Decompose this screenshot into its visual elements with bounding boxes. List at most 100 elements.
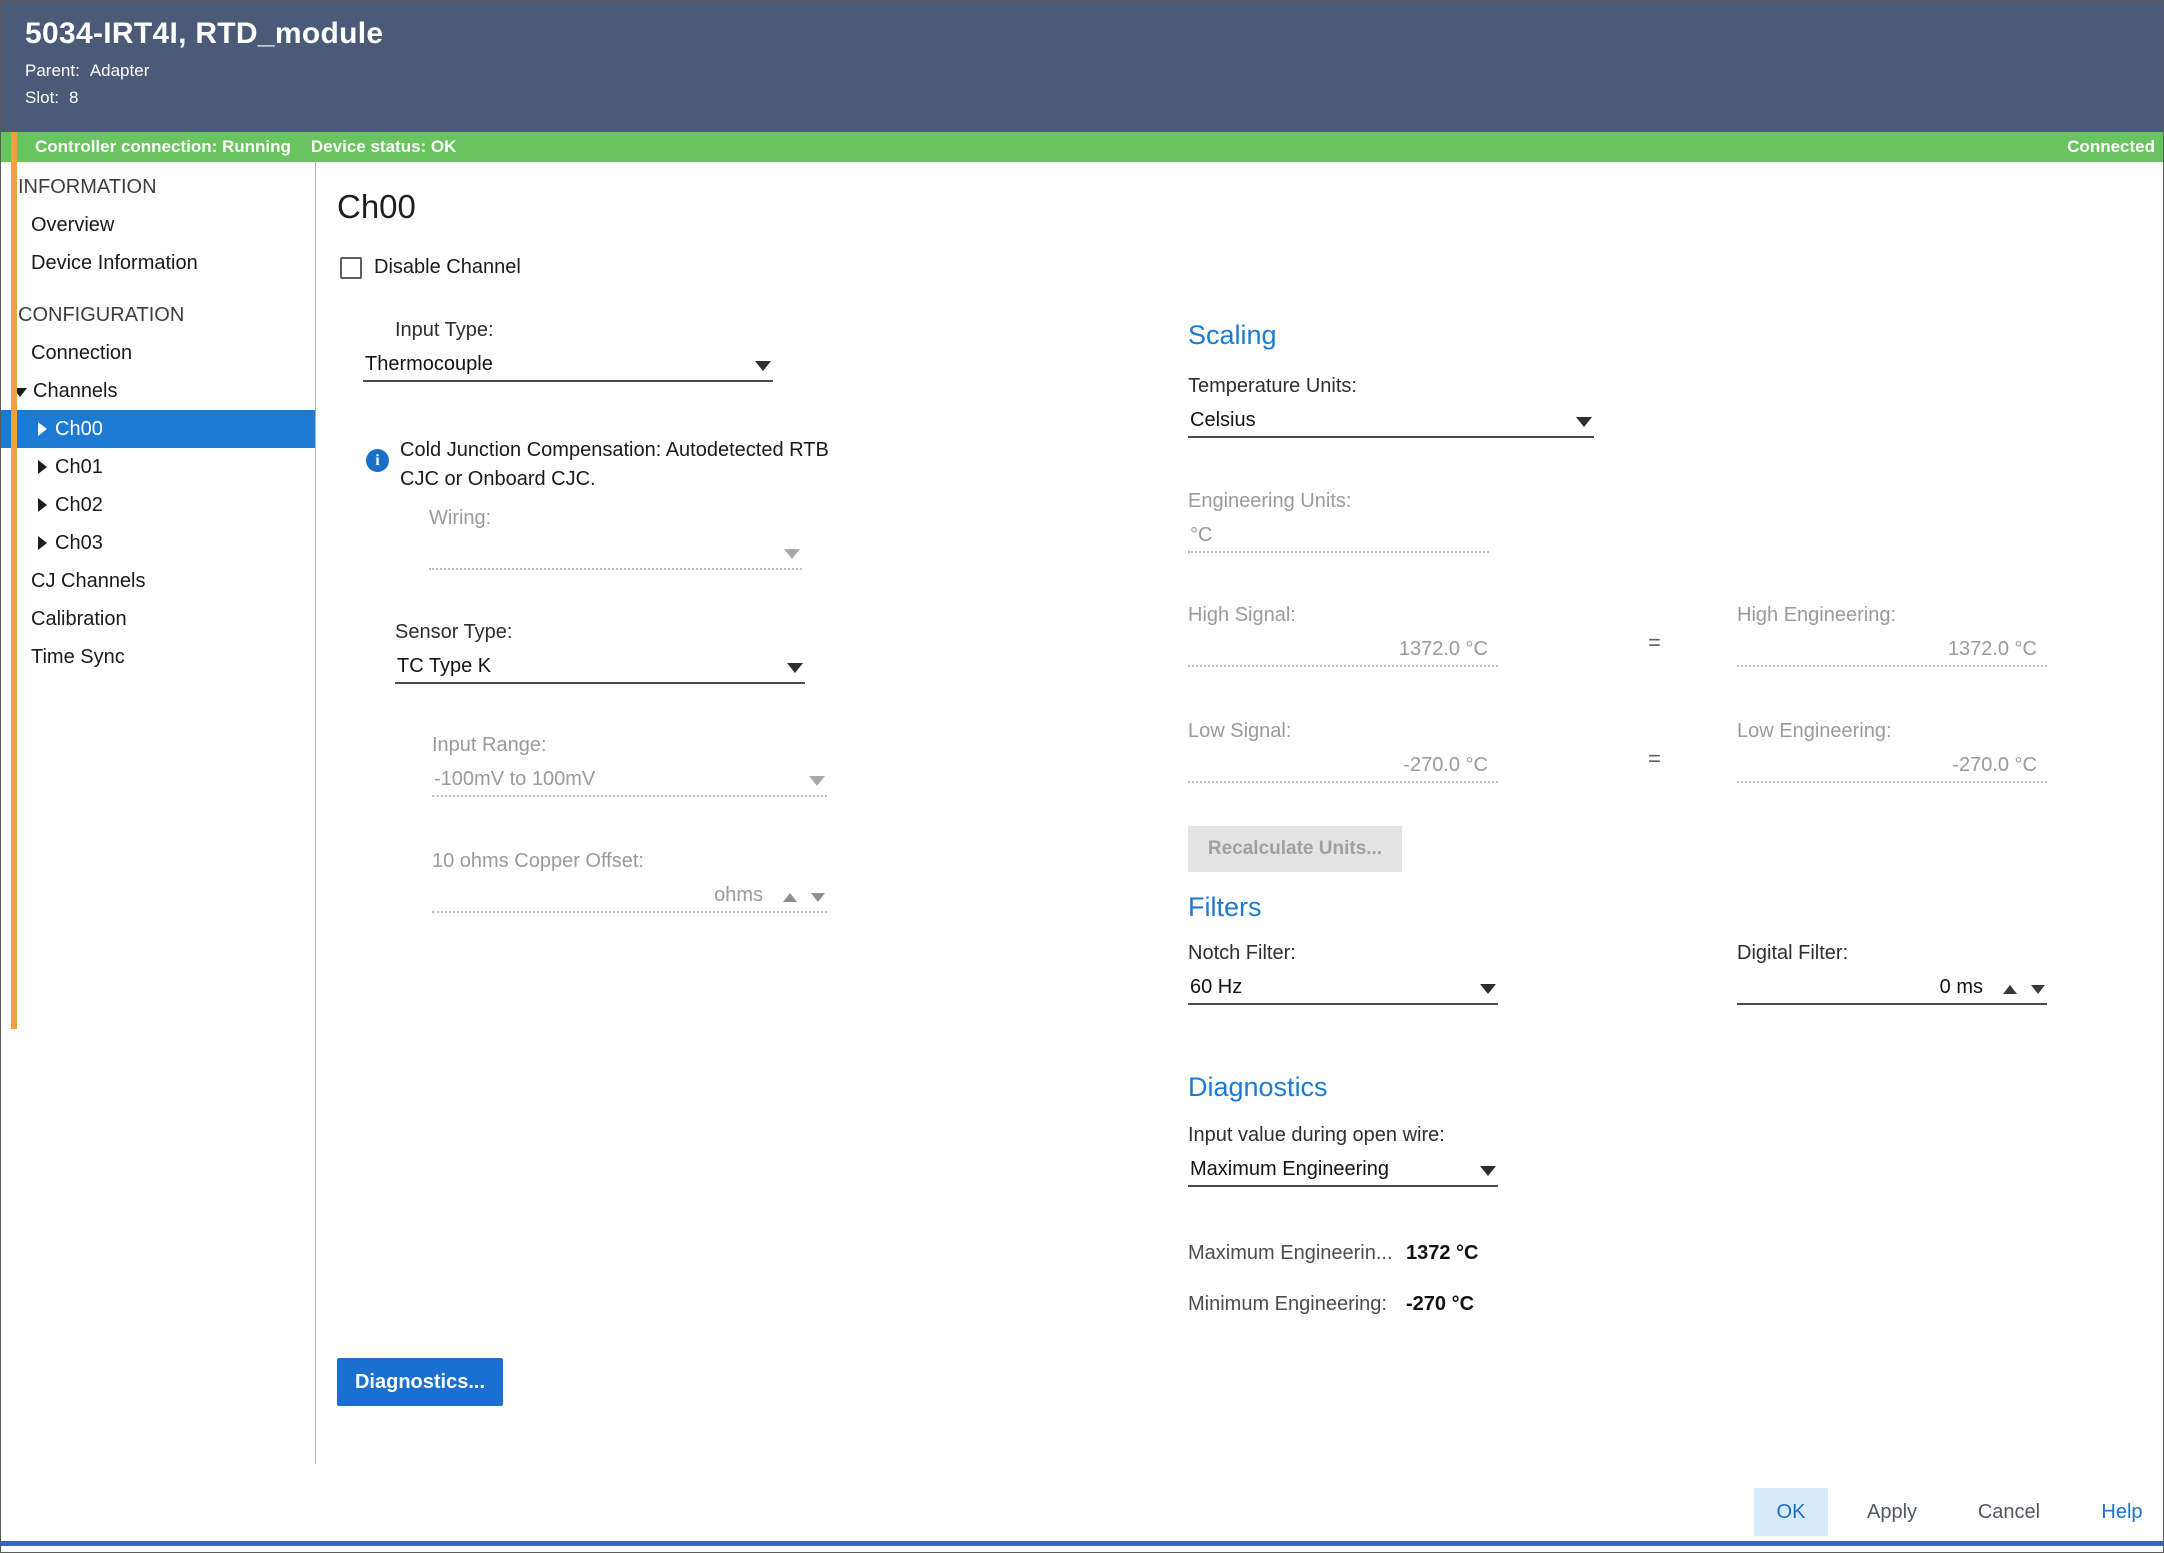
input-type-dropdown[interactable]: Thermocouple <box>363 350 773 382</box>
copper-offset-unit: ohms <box>714 884 763 907</box>
high-signal-input: 1372.0 °C <box>1188 635 1498 667</box>
spinner-down-icon[interactable] <box>2031 985 2045 994</box>
parent-label: Parent: <box>25 61 80 80</box>
slot-value: 8 <box>69 88 78 107</box>
cancel-button[interactable]: Cancel <box>1961 1488 2057 1536</box>
sidebar-section-information: INFORMATION <box>1 168 316 206</box>
sidebar-item-ch02[interactable]: Ch02 <box>1 486 316 524</box>
body-row: INFORMATION Overview Device Information … <box>1 162 2163 1553</box>
high-engineering-label: High Engineering: <box>1737 603 2047 627</box>
sensor-type-value: TC Type K <box>397 655 491 678</box>
cjc-note-line1: Cold Junction Compensation: Autodetected… <box>400 436 890 465</box>
temperature-units-dropdown[interactable]: Celsius <box>1188 406 1594 438</box>
input-type-label: Input Type: <box>363 318 773 342</box>
max-engineering-row: Maximum Engineerin... 1372 °C <box>1188 1242 1479 1265</box>
temperature-units-value: Celsius <box>1190 409 1256 432</box>
open-wire-value: Maximum Engineering <box>1190 1158 1389 1181</box>
temperature-units-field: Temperature Units: Celsius <box>1188 374 1594 438</box>
equals-sign: = <box>1648 746 1661 772</box>
device-status: Device status: OK <box>311 137 457 157</box>
apply-button[interactable]: Apply <box>1844 1488 1940 1536</box>
sidebar-item-cj-channels[interactable]: CJ Channels <box>1 562 316 600</box>
pending-change-strip <box>11 132 17 1029</box>
info-icon: i <box>366 449 389 472</box>
equals-sign: = <box>1648 630 1661 656</box>
section-header-label: CONFIGURATION <box>18 304 184 327</box>
sidebar-item-label: Device Information <box>31 252 198 275</box>
notch-filter-value: 60 Hz <box>1190 976 1242 999</box>
sidebar-item-channels[interactable]: Channels <box>1 372 316 410</box>
digital-filter-spin-buttons[interactable] <box>2003 985 2045 994</box>
engineering-units-value: °C <box>1190 524 1212 547</box>
input-type-value: Thermocouple <box>365 353 493 376</box>
slot-row: Slot: 8 <box>25 88 2163 108</box>
sidebar-item-label: Ch02 <box>55 494 103 517</box>
chevron-down-icon <box>809 776 825 786</box>
open-wire-label: Input value during open wire: <box>1188 1123 1498 1147</box>
engineering-units-field: Engineering Units: °C <box>1188 489 1489 553</box>
notch-filter-label: Notch Filter: <box>1188 941 1498 965</box>
disable-channel-checkbox[interactable] <box>340 257 362 279</box>
window-title: 5034-IRT4I, RTD_module <box>25 17 2163 51</box>
cjc-note-line2: CJC or Onboard CJC. <box>400 465 890 494</box>
copper-offset-spin-buttons <box>783 893 825 902</box>
filters-heading: Filters <box>1188 892 1262 923</box>
disable-channel-row: Disable Channel <box>340 256 521 279</box>
diagnostics-button[interactable]: Diagnostics... <box>337 1358 503 1406</box>
min-engineering-label: Minimum Engineering: <box>1188 1293 1406 1316</box>
sidebar-item-time-sync[interactable]: Time Sync <box>1 638 316 676</box>
high-signal-value: 1372.0 °C <box>1399 638 1488 661</box>
ok-button[interactable]: OK <box>1754 1488 1828 1536</box>
sidebar-item-label: Ch00 <box>55 418 103 441</box>
wiring-field: Wiring: <box>429 506 802 570</box>
spinner-down-icon <box>811 893 825 902</box>
low-engineering-field: Low Engineering: -270.0 °C <box>1737 719 2047 783</box>
parent-row: Parent:Adapter <box>25 61 2163 81</box>
engineering-units-input: °C <box>1188 521 1489 553</box>
notch-filter-dropdown[interactable]: 60 Hz <box>1188 973 1498 1005</box>
chevron-down-icon <box>1576 417 1592 427</box>
sidebar-item-ch00[interactable]: Ch00 <box>1 410 316 448</box>
chevron-down-icon <box>755 361 771 371</box>
sidebar-item-overview[interactable]: Overview <box>1 206 316 244</box>
engineering-units-label: Engineering Units: <box>1188 489 1489 513</box>
low-signal-input: -270.0 °C <box>1188 751 1498 783</box>
spinner-up-icon <box>783 893 797 902</box>
sidebar-item-calibration[interactable]: Calibration <box>1 600 316 638</box>
chevron-right-icon <box>38 498 47 512</box>
chevron-down-icon <box>787 663 803 673</box>
disable-channel-label: Disable Channel <box>374 256 521 279</box>
sidebar-item-connection[interactable]: Connection <box>1 334 316 372</box>
high-signal-label: High Signal: <box>1188 603 1498 627</box>
digital-filter-stepper[interactable]: 0 ms <box>1737 973 2047 1005</box>
sidebar-item-device-information[interactable]: Device Information <box>1 244 316 282</box>
input-range-field: Input Range: -100mV to 100mV <box>432 733 827 797</box>
chevron-down-icon <box>1480 984 1496 994</box>
wiring-dropdown <box>429 538 802 570</box>
sidebar-item-label: Channels <box>33 380 118 403</box>
low-signal-field: Low Signal: -270.0 °C <box>1188 719 1498 783</box>
notch-filter-field: Notch Filter: 60 Hz <box>1188 941 1498 1005</box>
window-bottom-accent <box>1 1541 2163 1546</box>
sidebar-item-ch01[interactable]: Ch01 <box>1 448 316 486</box>
sidebar-item-label: Time Sync <box>31 646 125 669</box>
sensor-type-dropdown[interactable]: TC Type K <box>395 652 805 684</box>
high-engineering-field: High Engineering: 1372.0 °C <box>1737 603 2047 667</box>
input-range-dropdown: -100mV to 100mV <box>432 765 827 797</box>
help-button[interactable]: Help <box>2082 1488 2162 1536</box>
chevron-right-icon <box>38 536 47 550</box>
controller-connection-status: Controller connection: Running <box>35 137 291 157</box>
min-engineering-row: Minimum Engineering: -270 °C <box>1188 1293 1474 1316</box>
sidebar: INFORMATION Overview Device Information … <box>1 162 316 1553</box>
open-wire-dropdown[interactable]: Maximum Engineering <box>1188 1155 1498 1187</box>
low-engineering-label: Low Engineering: <box>1737 719 2047 743</box>
low-signal-value: -270.0 °C <box>1403 754 1488 777</box>
slot-label: Slot: <box>25 88 59 107</box>
titlebar: 5034-IRT4I, RTD_module Parent:Adapter Sl… <box>1 1 2163 132</box>
scaling-heading: Scaling <box>1188 320 1277 351</box>
min-engineering-value: -270 °C <box>1406 1293 1474 1316</box>
spinner-up-icon[interactable] <box>2003 985 2017 994</box>
sidebar-item-ch03[interactable]: Ch03 <box>1 524 316 562</box>
max-engineering-value: 1372 °C <box>1406 1242 1479 1265</box>
module-properties-window: 5034-IRT4I, RTD_module Parent:Adapter Sl… <box>0 0 2164 1553</box>
